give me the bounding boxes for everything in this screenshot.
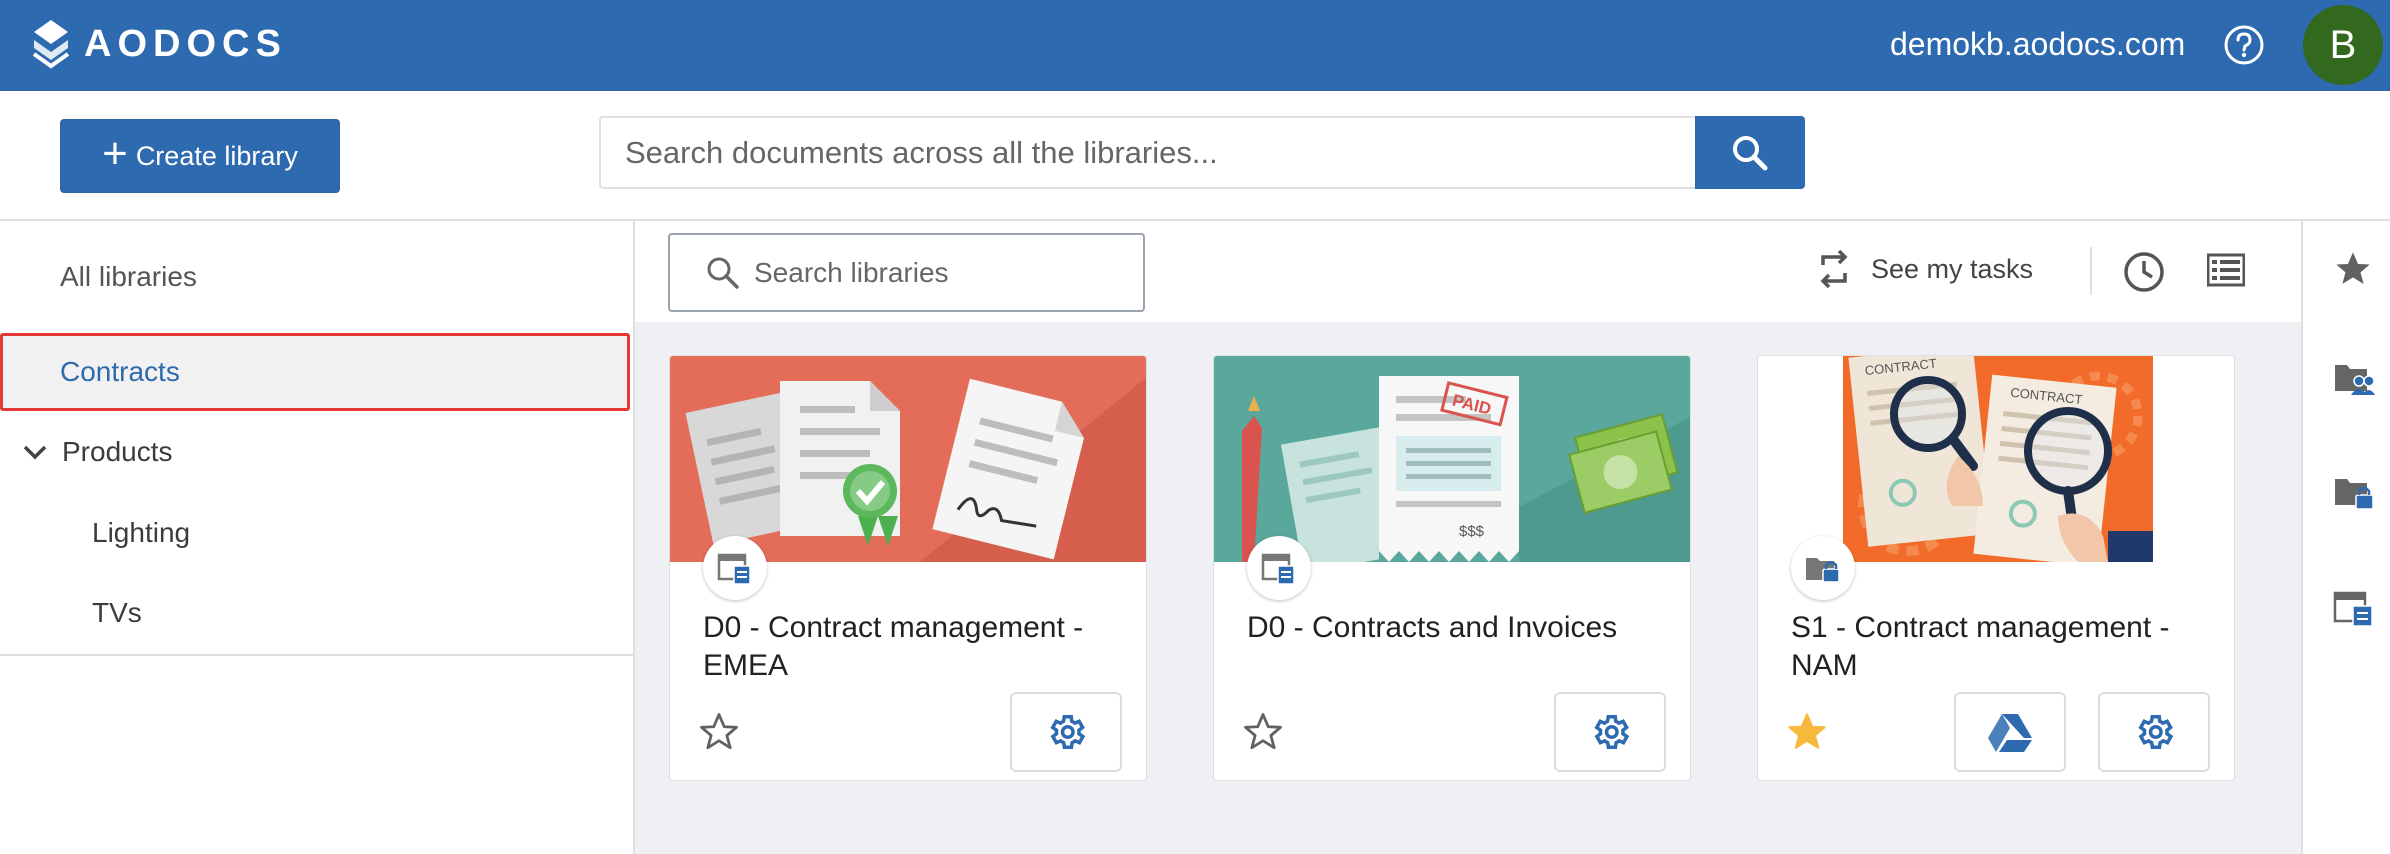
sidebar-item-lighting[interactable]: Lighting <box>92 517 190 549</box>
avatar-initial: B <box>2329 22 2357 67</box>
open-in-drive-button[interactable] <box>1954 692 2066 772</box>
see-my-tasks-button[interactable]: See my tasks <box>1815 249 2033 289</box>
create-library-button[interactable]: + Create library <box>60 119 340 193</box>
list-view-icon[interactable] <box>2207 253 2245 287</box>
star-outline-icon[interactable] <box>1242 711 1284 753</box>
sidebar: All libraries Contracts Products Lightin… <box>0 221 635 854</box>
library-settings-button[interactable] <box>2098 692 2210 772</box>
global-search-placeholder: Search documents across all the librarie… <box>625 134 1218 170</box>
invoice-amount-text: $$$ <box>1459 523 1485 540</box>
library-card[interactable]: $$$ PAID D0 - Contracts and Invoices <box>1213 355 1691 781</box>
sidebar-divider <box>0 654 633 656</box>
library-search-input[interactable]: Search libraries <box>668 233 1145 312</box>
aodocs-logo-icon <box>32 20 70 69</box>
user-avatar[interactable]: B <box>2303 5 2383 85</box>
card-image-invoices: $$$ PAID <box>1214 356 1690 562</box>
card-image-contract-review: CONTRACT CONTRACT <box>1758 356 2234 562</box>
top-bar: AODOCS demokb.aodocs.com B <box>0 0 2390 91</box>
sidebar-item-all-libraries[interactable]: All libraries <box>60 261 197 293</box>
logo-text: AODOCS <box>84 22 287 65</box>
gear-icon <box>1594 715 1630 749</box>
global-search-button[interactable] <box>1695 116 1805 189</box>
library-title[interactable]: S1 - Contract management - NAM <box>1791 609 2211 685</box>
library-settings-button[interactable] <box>1554 692 1666 772</box>
library-card[interactable]: CONTRACT CONTRACT S1 - Contract manageme… <box>1757 355 2235 781</box>
star-outline-icon[interactable] <box>698 711 740 753</box>
tasks-cycle-icon <box>1820 249 1848 289</box>
locked-folder-icon[interactable] <box>2333 475 2375 511</box>
document-library-icon <box>703 536 767 600</box>
document-library-icon[interactable] <box>2333 589 2375 627</box>
global-search-input[interactable]: Search documents across all the librarie… <box>599 116 1695 189</box>
chevron-down-icon[interactable] <box>22 443 48 461</box>
sidebar-item-label: Contracts <box>60 356 180 387</box>
see-my-tasks-label: See my tasks <box>1871 253 2034 284</box>
library-card[interactable]: D0 - Contract management - EMEA <box>669 355 1147 781</box>
shared-folder-icon[interactable] <box>2333 361 2375 397</box>
header-separator <box>2090 247 2092 295</box>
help-circle-icon[interactable] <box>2223 24 2265 66</box>
library-title[interactable]: D0 - Contract management - EMEA <box>703 609 1123 685</box>
library-list-header: Search libraries See my tasks <box>635 221 2301 322</box>
sidebar-item-label: Products <box>62 436 173 467</box>
clock-icon[interactable] <box>2123 251 2165 293</box>
card-image-contract-signature <box>670 356 1146 562</box>
star-filled-icon[interactable] <box>1786 711 1828 753</box>
right-rail <box>2301 221 2390 854</box>
library-list: Search libraries See my tasks D0 - Contr… <box>635 221 2301 854</box>
gear-icon <box>2138 715 2174 749</box>
star-icon[interactable] <box>2333 249 2373 289</box>
library-search-placeholder: Search libraries <box>754 256 949 288</box>
sidebar-item-contracts[interactable]: Contracts <box>0 333 630 411</box>
library-settings-button[interactable] <box>1010 692 1122 772</box>
logo[interactable]: AODOCS <box>30 18 287 70</box>
library-title[interactable]: D0 - Contracts and Invoices <box>1247 609 1667 647</box>
domain-label: demokb.aodocs.com <box>1890 26 2186 62</box>
search-icon <box>707 257 739 289</box>
plus-icon: + <box>102 129 128 178</box>
google-drive-icon <box>1988 714 2032 752</box>
toolbar: + Create library Search documents across… <box>0 91 2390 221</box>
create-library-label: Create library <box>135 140 298 171</box>
gear-icon <box>1050 715 1086 749</box>
search-icon <box>1733 135 1768 170</box>
sidebar-item-products[interactable]: Products <box>22 436 173 468</box>
secured-folder-icon <box>1791 536 1855 600</box>
sidebar-item-tvs[interactable]: TVs <box>92 597 142 629</box>
document-library-icon <box>1247 536 1311 600</box>
